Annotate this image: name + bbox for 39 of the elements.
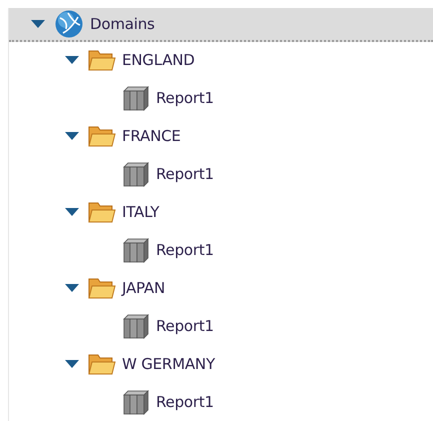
report-label: Report1 bbox=[156, 393, 214, 411]
collapse-arrow-icon[interactable] bbox=[65, 208, 79, 216]
books-icon bbox=[122, 313, 150, 339]
folder-icon bbox=[88, 276, 116, 300]
folder-icon bbox=[88, 352, 116, 376]
tree-item[interactable]: W GERMANY bbox=[9, 346, 433, 384]
tree-item[interactable]: Report1 bbox=[9, 156, 433, 194]
folder-label: JAPAN bbox=[122, 279, 165, 297]
tree-item[interactable]: Domains bbox=[9, 8, 433, 42]
books-icon bbox=[122, 237, 150, 263]
tree-item[interactable]: ITALY bbox=[9, 194, 433, 232]
books-icon bbox=[122, 389, 150, 415]
domain-label: Domains bbox=[90, 15, 155, 33]
folder-label: W GERMANY bbox=[122, 355, 215, 373]
tree-item[interactable]: ENGLAND bbox=[9, 42, 433, 80]
report-label: Report1 bbox=[156, 165, 214, 183]
tree-item[interactable]: Report1 bbox=[9, 384, 433, 421]
report-label: Report1 bbox=[156, 89, 214, 107]
collapse-arrow-icon[interactable] bbox=[65, 360, 79, 368]
tree-item[interactable]: FRANCE bbox=[9, 118, 433, 156]
books-icon bbox=[122, 161, 150, 187]
folder-label: FRANCE bbox=[122, 127, 181, 145]
folder-label: ITALY bbox=[122, 203, 160, 221]
folder-icon bbox=[88, 124, 116, 148]
collapse-arrow-icon[interactable] bbox=[65, 132, 79, 140]
folder-label: ENGLAND bbox=[122, 51, 195, 69]
globe-icon bbox=[54, 9, 84, 39]
folder-icon bbox=[88, 200, 116, 224]
folder-icon bbox=[88, 48, 116, 72]
collapse-arrow-icon[interactable] bbox=[65, 56, 79, 64]
tree-item[interactable]: JAPAN bbox=[9, 270, 433, 308]
report-label: Report1 bbox=[156, 241, 214, 259]
tree-item[interactable]: Report1 bbox=[9, 232, 433, 270]
collapse-arrow-icon[interactable] bbox=[65, 284, 79, 292]
report-label: Report1 bbox=[156, 317, 214, 335]
tree-item[interactable]: Report1 bbox=[9, 308, 433, 346]
collapse-arrow-icon[interactable] bbox=[31, 20, 45, 28]
tree-item[interactable]: Report1 bbox=[9, 80, 433, 118]
books-icon bbox=[122, 85, 150, 111]
